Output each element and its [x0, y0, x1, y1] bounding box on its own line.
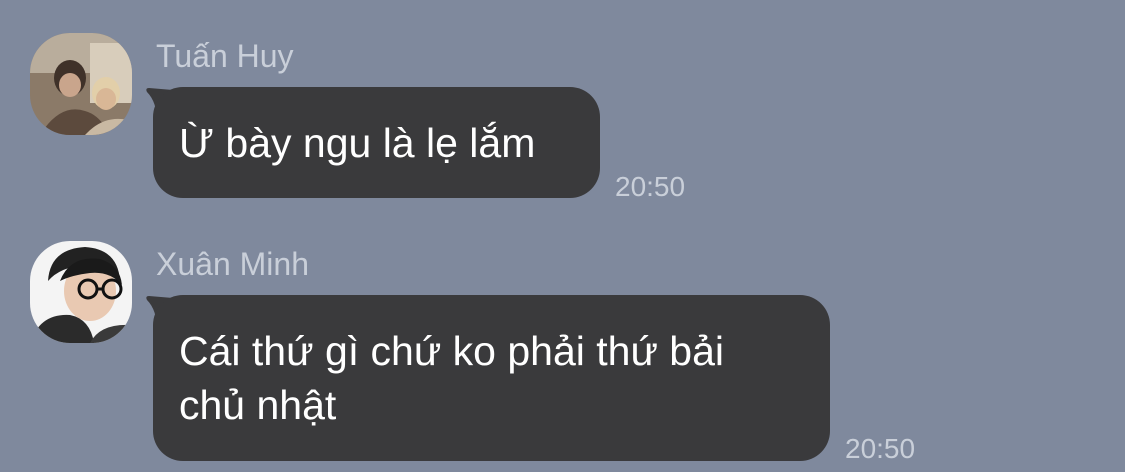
message-line: Ừ bày ngu là lẹ lắm: [179, 120, 536, 166]
sender-name: Xuân Minh: [156, 246, 309, 282]
sender-name: Tuấn Huy: [156, 38, 294, 74]
avatar[interactable]: [30, 33, 132, 135]
message-bubble[interactable]: Ừ bày ngu là lẹ lắm: [153, 87, 600, 198]
message-bubble[interactable]: Cái thứ gì chứ ko phải thứ bải chủ nhật: [153, 295, 830, 461]
message-line: chủ nhật: [179, 382, 337, 428]
avatar-photo: [30, 33, 132, 135]
message-line: Cái thứ gì chứ ko phải thứ bải: [179, 328, 725, 374]
avatar[interactable]: [30, 241, 132, 343]
avatar-photo: [30, 241, 132, 343]
message-timestamp: 20:50: [615, 171, 686, 202]
message-timestamp: 20:50: [845, 433, 916, 464]
